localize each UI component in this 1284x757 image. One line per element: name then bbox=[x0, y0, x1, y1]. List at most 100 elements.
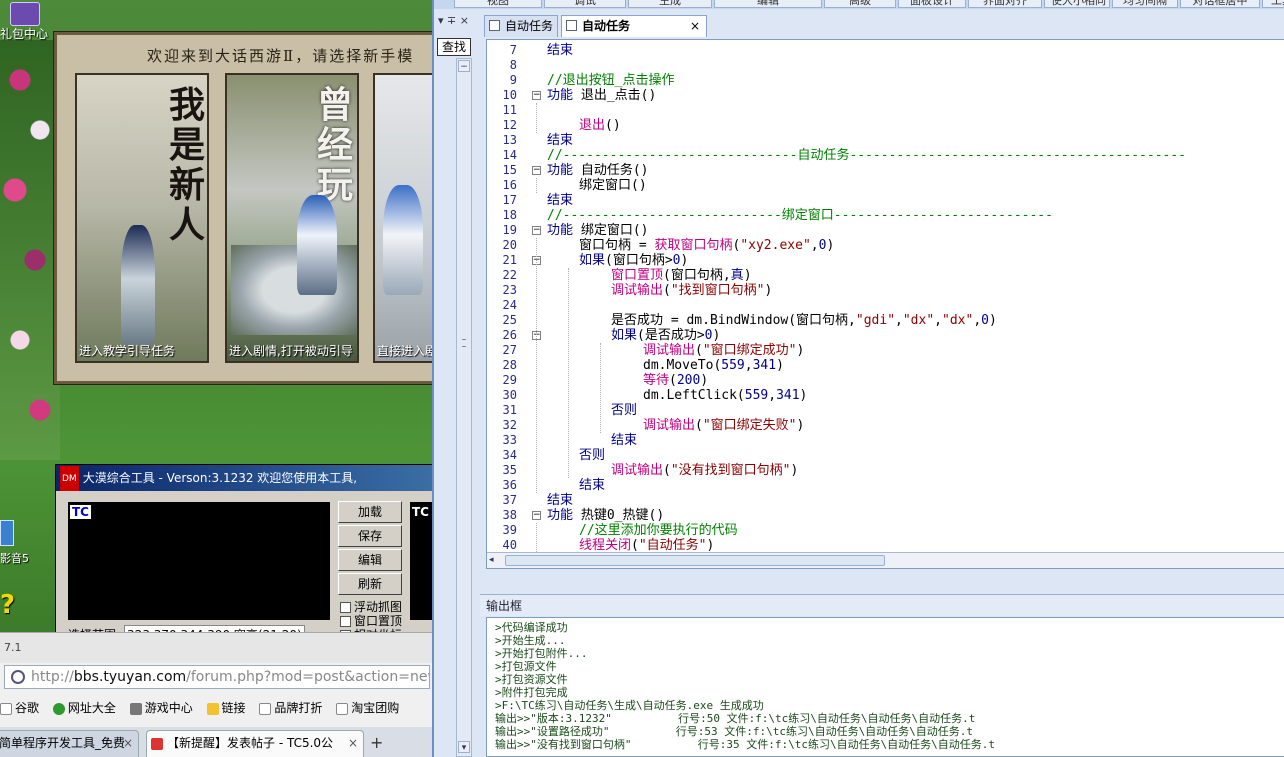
card-returning-player[interactable]: 曾经玩 进入剧情,打开被动引导 bbox=[225, 73, 359, 363]
desk-icon-label: 影音5 bbox=[0, 552, 29, 565]
code-line[interactable]: 调试输出("窗口绑定失败") bbox=[643, 418, 804, 433]
code-line[interactable]: 窗口置顶(窗口句柄,真) bbox=[611, 268, 752, 283]
gift-icon-label: 礼包中心 bbox=[0, 27, 49, 41]
code-line[interactable]: 功能 绑定窗口() bbox=[547, 223, 649, 238]
tab-auto-task-form[interactable]: 自动任务 bbox=[484, 15, 558, 37]
code-line[interactable]: 结束 bbox=[547, 133, 573, 148]
card-skip-intro[interactable]: 直接进入剧 bbox=[373, 73, 432, 363]
gamepad-icon bbox=[129, 702, 142, 715]
fold-toggle-icon[interactable]: − bbox=[532, 226, 541, 235]
code-line[interactable]: //----------------------------绑定窗口------… bbox=[547, 208, 1053, 223]
collapse-icon[interactable]: − bbox=[458, 60, 470, 72]
bookmark-links[interactable]: 链接 bbox=[206, 695, 246, 721]
tc-tag: TC bbox=[70, 505, 91, 519]
code-line[interactable]: 调试输出("窗口绑定成功") bbox=[643, 343, 804, 358]
code-line[interactable]: 功能 热键0_热键() bbox=[547, 508, 664, 523]
find-button[interactable]: 查找 bbox=[437, 38, 471, 56]
bookmark-game-center[interactable]: 游戏中心 bbox=[129, 695, 193, 721]
bookmark-google[interactable]: 谷歌 bbox=[0, 695, 39, 721]
menu-align[interactable]: 界面对齐 bbox=[968, 0, 1042, 8]
new-tab-button[interactable]: + bbox=[370, 733, 383, 752]
code-token: ) bbox=[796, 418, 805, 433]
media-player-icon[interactable] bbox=[0, 520, 14, 546]
code-line[interactable]: //这里添加你要执行的代码 bbox=[579, 523, 738, 538]
code-token: (窗口句柄, bbox=[663, 268, 731, 283]
load-button[interactable]: 加载 bbox=[338, 501, 402, 523]
menu-debug[interactable]: 调试 bbox=[544, 0, 626, 8]
code-token: //退出按钮_点击操作 bbox=[547, 73, 675, 88]
chevron-left-icon[interactable]: ◂ bbox=[489, 555, 494, 565]
scroll-grip bbox=[462, 339, 466, 347]
code-line[interactable]: 功能 自动任务() bbox=[547, 163, 649, 178]
code-line[interactable]: 如果(是否成功>0) bbox=[611, 328, 720, 343]
card-new-player[interactable]: 我是新人 进入教学引导任务 bbox=[75, 73, 209, 363]
output-panel[interactable]: >代码编译成功 >开始生成... >开始打包附件... >打包源文件 >打包资源文件 >附… bbox=[486, 617, 1284, 757]
capture-preview-secondary[interactable]: TC bbox=[410, 502, 432, 620]
code-editor[interactable]: 7 结束 8 9//退出按钮_点击操作 10− 功能 退出_点击() 11 12 退出() 13 结… bbox=[486, 39, 1284, 569]
code-line[interactable]: 等待(200) bbox=[643, 373, 708, 388]
close-icon[interactable]: × bbox=[348, 731, 358, 756]
tab-auto-task-code[interactable]: 自动任务 × bbox=[561, 15, 707, 37]
close-icon[interactable]: × bbox=[690, 16, 700, 36]
code-line[interactable]: 功能 退出_点击() bbox=[547, 88, 656, 103]
browser-tab-new-post[interactable]: 【新提醒】发表帖子 - TC5.0公 × bbox=[146, 730, 364, 757]
code-line[interactable]: //------------------------------自动任务----… bbox=[547, 148, 1186, 163]
browser-tab-dev-tool[interactable]: 简单程序开发工具_免费 × bbox=[0, 730, 139, 757]
menu-spacing[interactable]: 均匀间隔 bbox=[1112, 0, 1178, 8]
menu-advanced[interactable]: 高级 bbox=[824, 0, 896, 8]
question-icon[interactable]: ? bbox=[0, 590, 15, 620]
menu-panel-design[interactable]: 面板设计 bbox=[898, 0, 966, 8]
code-line[interactable]: 线程关闭("自动任务") bbox=[579, 538, 714, 553]
code-line[interactable]: 结束 bbox=[547, 43, 573, 58]
code-line[interactable]: 绑定窗口() bbox=[579, 178, 647, 193]
code-token: 窗口句柄 = bbox=[579, 238, 655, 253]
close-icon[interactable]: × bbox=[123, 731, 133, 756]
address-bar[interactable]: http://bbs.tyuyan.com/forum.php?mod=post… bbox=[4, 665, 430, 689]
line-number: 34 bbox=[502, 448, 517, 462]
bookmark-brand-discount[interactable]: 品牌打折 bbox=[259, 695, 322, 721]
capture-preview[interactable]: TC bbox=[68, 502, 330, 620]
refresh-button[interactable]: 刷新 bbox=[338, 573, 402, 595]
code-line[interactable]: dm.MoveTo(559,341) bbox=[643, 358, 784, 373]
code-line[interactable]: 结束 bbox=[611, 433, 637, 448]
menu-build[interactable]: 生成 bbox=[628, 0, 712, 8]
code-line[interactable]: 结束 bbox=[547, 193, 573, 208]
code-line[interactable]: dm.LeftClick(559,341) bbox=[643, 388, 807, 403]
code-token: 窗口置顶 bbox=[611, 268, 664, 283]
code-line[interactable]: 是否成功 = dm.BindWindow(窗口句柄,"gdi","dx","dx… bbox=[611, 313, 997, 328]
code-line[interactable]: 否则 bbox=[579, 448, 605, 463]
menu-edit[interactable]: 编辑 bbox=[714, 0, 822, 8]
dm-tool-titlebar[interactable]: DM 大漠综合工具 - Verson:3.1232 欢迎您使用本工具, bbox=[56, 465, 432, 491]
code-token: "dx" bbox=[942, 313, 974, 328]
line-number: 22 bbox=[502, 268, 517, 282]
chevron-down-icon[interactable]: ▾ bbox=[458, 741, 470, 753]
horizontal-scrollbar[interactable]: ◂ bbox=[487, 552, 1284, 568]
code-line[interactable]: //退出按钮_点击操作 bbox=[547, 73, 674, 88]
menu-tools[interactable]: 工具 bbox=[1262, 0, 1284, 8]
fold-toggle-icon[interactable]: − bbox=[532, 166, 541, 175]
save-button[interactable]: 保存 bbox=[338, 525, 402, 547]
code-line[interactable]: 结束 bbox=[547, 493, 573, 508]
edit-button[interactable]: 编辑 bbox=[338, 549, 402, 571]
code-line[interactable]: 调试输出("找到窗口句柄") bbox=[611, 283, 772, 298]
code-line[interactable]: 退出() bbox=[579, 118, 621, 133]
menu-center-dialog[interactable]: 对话框居中 bbox=[1180, 0, 1260, 8]
menu-view[interactable]: 视图 bbox=[454, 0, 542, 8]
code-line[interactable]: 否则 bbox=[611, 403, 637, 418]
scroll-thumb[interactable] bbox=[505, 555, 885, 566]
code-line[interactable]: 调试输出("没有找到窗口句柄") bbox=[611, 463, 798, 478]
menu-same-size[interactable]: 使大小相同 bbox=[1044, 0, 1110, 8]
code-line[interactable]: 窗口句柄 = 获取窗口句柄("xy2.exe",0) bbox=[579, 238, 834, 253]
code-token: 结束 bbox=[547, 493, 574, 508]
bookmark-web-directory[interactable]: 网址大全 bbox=[52, 695, 116, 721]
bookmark-taobao[interactable]: 淘宝团购 bbox=[336, 695, 399, 721]
fold-toggle-icon[interactable]: − bbox=[532, 91, 541, 100]
fold-toggle-icon[interactable]: − bbox=[532, 511, 541, 520]
code-line[interactable]: 结束 bbox=[579, 478, 605, 493]
line-number: 9 bbox=[509, 73, 517, 87]
panel-pin-icon[interactable]: ▾ ∓ × bbox=[438, 14, 469, 27]
gift-icon[interactable] bbox=[10, 2, 40, 26]
code-token: ( bbox=[669, 373, 677, 388]
code-line[interactable]: 如果(窗口句柄>0) bbox=[579, 253, 688, 268]
side-panel-scrollbar[interactable]: − ▾ bbox=[456, 58, 472, 757]
